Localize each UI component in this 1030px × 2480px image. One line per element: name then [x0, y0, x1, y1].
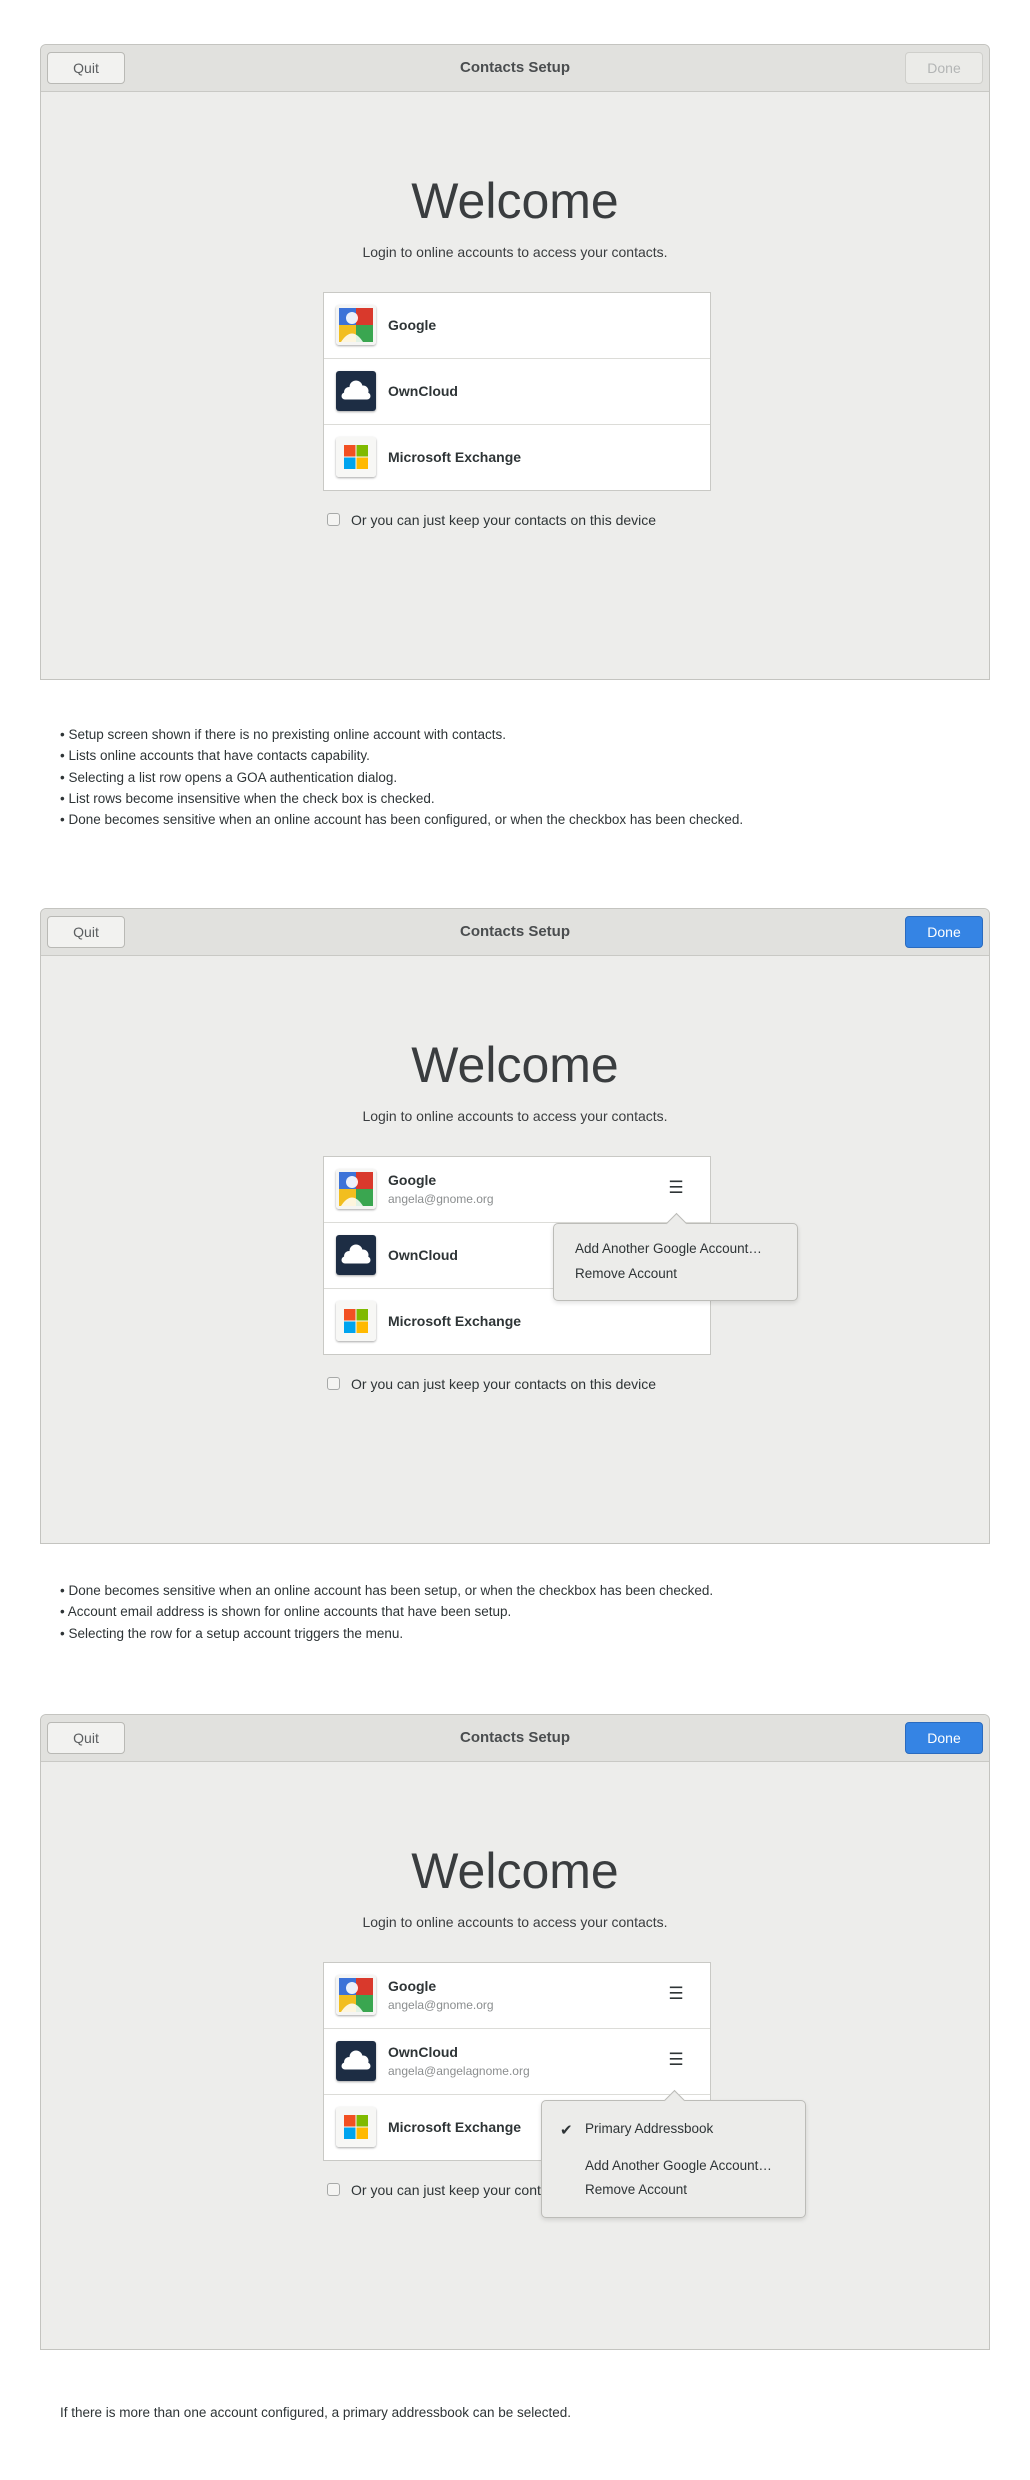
checkbox-label: Or you can just keep your contacts on th… — [351, 512, 657, 528]
window-title: Contacts Setup — [459, 59, 570, 76]
notes-screen-2: • Done becomes sensitive when an online … — [60, 1580, 713, 1644]
account-name: Google — [388, 1172, 437, 1188]
welcome-subtitle: Login to online accounts to access your … — [362, 244, 668, 260]
account-row-exchange[interactable]: Microsoft Exchange — [324, 425, 710, 490]
local-contacts-checkbox[interactable] — [327, 2183, 340, 2196]
headerbar: Quit Contacts Setup Done — [41, 909, 989, 956]
checkmark-icon: ✔ — [560, 2122, 573, 2139]
done-button[interactable]: Done — [905, 916, 983, 948]
account-row-google[interactable]: Google angela@gnome.org ☰ — [324, 1963, 710, 2029]
window-title: Contacts Setup — [459, 923, 570, 940]
account-name: Google — [388, 1978, 437, 1994]
done-button[interactable]: Done — [905, 1722, 983, 1754]
google-icon — [336, 1169, 376, 1209]
account-name: Microsoft Exchange — [388, 1313, 522, 1329]
hamburger-menu-icon[interactable]: ☰ — [666, 1983, 686, 2005]
microsoft-exchange-icon — [336, 437, 376, 477]
window-title: Contacts Setup — [459, 1729, 570, 1746]
google-icon — [336, 1975, 376, 2015]
welcome-subtitle: Login to online accounts to access your … — [362, 1914, 668, 1930]
owncloud-icon — [336, 1235, 376, 1275]
account-email: angela@gnome.org — [388, 1998, 494, 2012]
note-line: • Setup screen shown if there is no prex… — [60, 727, 506, 742]
account-row-google[interactable]: Google angela@gnome.org ☰ — [324, 1157, 710, 1223]
note-line: • Lists online accounts that have contac… — [60, 748, 370, 764]
remove-account-item[interactable]: Remove Account — [575, 1266, 677, 1281]
owncloud-icon — [336, 2041, 376, 2081]
account-email: angela@angelagnome.org — [388, 2064, 530, 2078]
hamburger-menu-icon[interactable]: ☰ — [666, 1177, 686, 1199]
footnote: If there is more than one account config… — [60, 2405, 572, 2420]
note-line: • List rows become insensitive when the … — [60, 790, 435, 806]
headerbar: Quit Contacts Setup Done — [41, 1715, 989, 1762]
microsoft-exchange-icon — [336, 1301, 376, 1341]
account-name: OwnCloud — [388, 1247, 458, 1263]
accounts-list: Google OwnCloud Microsoft Exchange — [323, 292, 711, 491]
note-line: • Selecting the row for a setup account … — [60, 1625, 404, 1641]
contacts-setup-window: Quit Contacts Setup Done Welcome Login t… — [40, 44, 990, 680]
welcome-heading: Welcome — [411, 173, 619, 229]
account-email: angela@gnome.org — [388, 1192, 494, 1206]
account-name: OwnCloud — [388, 383, 458, 399]
headerbar: Quit Contacts Setup Done — [41, 45, 989, 92]
contacts-setup-window: Quit Contacts Setup Done Welcome Login t… — [40, 908, 990, 1544]
account-name: Microsoft Exchange — [388, 2119, 522, 2135]
add-another-account-item[interactable]: Add Another Google Account… — [585, 2158, 772, 2173]
add-another-account-item[interactable]: Add Another Google Account… — [575, 1241, 762, 1256]
google-icon — [336, 305, 376, 345]
owncloud-icon — [336, 371, 376, 411]
contacts-setup-window: Quit Contacts Setup Done Welcome Login t… — [40, 1714, 990, 2350]
account-name: Microsoft Exchange — [388, 449, 522, 465]
account-name: Google — [388, 317, 437, 333]
account-name: OwnCloud — [388, 2044, 458, 2060]
account-row-owncloud[interactable]: OwnCloud angela@angelagnome.org ☰ — [324, 2029, 710, 2095]
welcome-heading: Welcome — [411, 1037, 619, 1093]
account-menu-popover: ✔ Primary Addressbook Add Another Google… — [541, 2089, 806, 2218]
microsoft-exchange-icon — [336, 2107, 376, 2147]
local-contacts-checkbox[interactable] — [327, 1377, 340, 1390]
note-line: • Selecting a list row opens a GOA authe… — [60, 769, 398, 785]
notes-screen-1: • Setup screen shown if there is no prex… — [60, 724, 743, 830]
note-line: • Done becomes sensitive when an online … — [60, 812, 744, 828]
account-menu-popover: Add Another Google Account… Remove Accou… — [553, 1212, 798, 1301]
note-line: • Done becomes sensitive when an online … — [60, 1583, 714, 1598]
local-contacts-checkbox[interactable] — [327, 513, 340, 526]
welcome-heading: Welcome — [411, 1843, 619, 1899]
note-line: • Account email address is shown for onl… — [60, 1604, 512, 1620]
remove-account-item[interactable]: Remove Account — [585, 2182, 687, 2197]
primary-addressbook-item[interactable]: Primary Addressbook — [585, 2121, 713, 2136]
hamburger-menu-icon[interactable]: ☰ — [666, 2049, 686, 2071]
checkbox-label: Or you can just keep your contacts on th… — [351, 1376, 657, 1392]
account-row-owncloud[interactable]: OwnCloud — [324, 359, 710, 425]
welcome-subtitle: Login to online accounts to access your … — [362, 1108, 668, 1124]
done-button[interactable]: Done — [905, 52, 983, 84]
account-row-google[interactable]: Google — [324, 293, 710, 359]
